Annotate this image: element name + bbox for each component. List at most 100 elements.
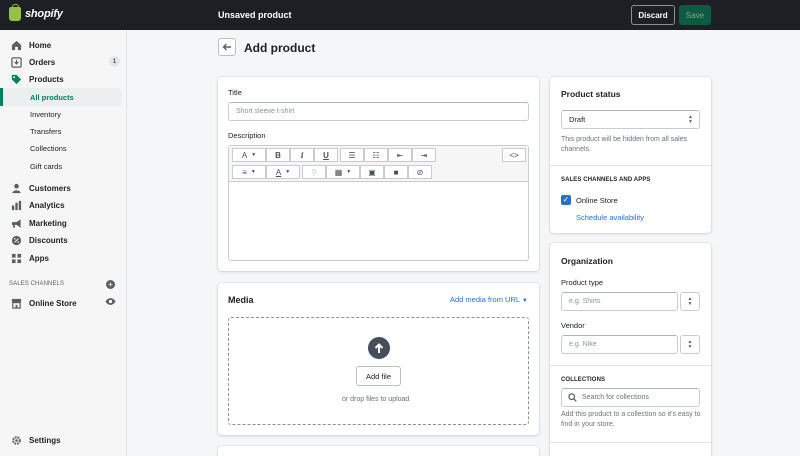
view-store-eye-icon[interactable]: [105, 297, 116, 306]
collections-search-input[interactable]: Search for collections: [561, 388, 700, 407]
sidebar-item-analytics[interactable]: Analytics: [10, 198, 65, 212]
online-store-checkbox[interactable]: ✓: [561, 195, 571, 205]
sidebar-item-customers[interactable]: Customers: [10, 181, 71, 195]
shopify-bag-icon: [9, 4, 21, 21]
indent-icon[interactable]: ⇥: [412, 148, 436, 162]
sidebar-item-label: Home: [29, 40, 52, 50]
underline-button[interactable]: U: [314, 148, 338, 162]
sidebar-item-apps[interactable]: Apps: [10, 251, 49, 265]
media-title: Media: [228, 295, 254, 305]
editor-toolbar: A ▼ B I U ☰ ☷ ⇤ ⇥ <> ≡ ▼ A ▼ ⚲ ▦ ▼ ▣ ■ ⊘: [229, 146, 528, 182]
logo-text: shopify: [25, 8, 63, 20]
sidebar-subitem-transfers[interactable]: Transfers: [30, 127, 61, 139]
title-label: Title: [228, 88, 242, 97]
sidebar-item-label: Apps: [29, 253, 49, 263]
text-color-dropdown[interactable]: A ▼: [266, 165, 300, 179]
save-button[interactable]: Save: [679, 5, 711, 25]
sidebar-item-label: Marketing: [29, 218, 67, 228]
status-select[interactable]: Draft ▲ ▼: [561, 110, 700, 129]
store-icon: [10, 297, 22, 309]
schedule-availability-link[interactable]: Schedule availability: [576, 213, 644, 222]
tag-icon: [10, 73, 22, 85]
table-dropdown[interactable]: ▦ ▼: [326, 165, 360, 179]
orders-count-badge: 1: [109, 56, 120, 67]
product-status-title: Product status: [561, 89, 621, 99]
customer-icon: [10, 182, 22, 194]
sidebar-subitem-gift-cards[interactable]: Gift cards: [30, 162, 62, 174]
bold-button[interactable]: B: [266, 148, 290, 162]
sidebar-item-products[interactable]: Products: [10, 72, 64, 86]
sidebar-subitem-collections[interactable]: Collections: [30, 144, 67, 156]
collections-help-text: Add this product to a collection so it's…: [561, 411, 701, 428]
sidebar-item-label: Analytics: [29, 200, 65, 210]
outdent-icon[interactable]: ⇤: [388, 148, 412, 162]
link-icon[interactable]: ⚲: [302, 165, 326, 179]
orders-icon: [10, 56, 22, 68]
numbered-list-icon[interactable]: ☷: [364, 148, 388, 162]
title-input[interactable]: Short sleeve t-shirt: [228, 102, 529, 121]
sidebar-item-label: Discounts: [29, 235, 68, 245]
drop-files-text: or drop files to upload: [342, 396, 410, 403]
vendor-stepper[interactable]: ▲ ▼: [680, 335, 700, 354]
unsaved-title: Unsaved product: [218, 10, 292, 20]
next-card: [218, 446, 539, 456]
add-channel-plus-icon[interactable]: +: [106, 280, 115, 289]
top-bar: shopify Unsaved product Discard Save: [0, 0, 800, 30]
vendor-input[interactable]: e.g. Nike: [561, 335, 678, 354]
search-icon: [568, 393, 577, 402]
html-view-button[interactable]: <>: [502, 148, 526, 162]
image-icon[interactable]: ▣: [360, 165, 384, 179]
sidebar-item-settings[interactable]: Settings: [10, 433, 61, 447]
discard-button[interactable]: Discard: [631, 5, 675, 25]
sidebar-item-label: Orders: [29, 57, 56, 67]
sales-channels-apps-heading: SALES CHANNELS AND APPS: [561, 177, 651, 183]
font-format-dropdown[interactable]: A ▼: [232, 148, 266, 162]
sidebar-item-marketing[interactable]: Marketing: [10, 216, 67, 230]
online-store-channel-label: Online Store: [576, 196, 618, 205]
collections-search-placeholder: Search for collections: [582, 394, 649, 401]
sidebar-item-home[interactable]: Home: [10, 38, 51, 52]
gear-icon: [10, 434, 22, 446]
page-title: Add product: [244, 41, 316, 55]
product-status-card: [550, 77, 711, 233]
organization-title: Organization: [561, 256, 613, 266]
sidebar-item-label: Customers: [29, 183, 71, 193]
upload-arrow-icon: [368, 337, 390, 359]
caret-down-icon: ▼: [521, 298, 528, 304]
sidebar-item-label: Online Store: [29, 298, 77, 308]
select-arrows-icon: ▲ ▼: [688, 114, 693, 125]
add-media-from-url-link[interactable]: Add media from URL ▼: [450, 295, 528, 304]
sidebar-item-orders[interactable]: Orders: [10, 55, 55, 69]
sales-channels-heading: SALES CHANNELS: [9, 281, 65, 287]
bullet-list-icon[interactable]: ☰: [340, 148, 364, 162]
home-icon: [10, 39, 22, 51]
sidebar-subitem-all-products[interactable]: All products: [30, 93, 74, 102]
product-type-input[interactable]: e.g. Shirts: [561, 292, 678, 311]
sidebar-item-discounts[interactable]: Discounts: [10, 233, 68, 247]
sidebar-item-label: Settings: [29, 435, 61, 445]
product-type-stepper[interactable]: ▲ ▼: [680, 292, 700, 311]
discount-icon: [10, 234, 22, 246]
align-dropdown[interactable]: ≡ ▼: [232, 165, 266, 179]
add-file-button[interactable]: Add file: [356, 366, 401, 386]
shopify-logo[interactable]: shopify: [9, 4, 63, 21]
collections-heading: COLLECTIONS: [561, 377, 606, 383]
clear-format-icon[interactable]: ⊘: [408, 165, 432, 179]
arrow-left-icon: [222, 43, 231, 51]
italic-button[interactable]: I: [290, 148, 314, 162]
status-selected-value: Draft: [569, 115, 586, 124]
divider: [550, 165, 711, 166]
sidebar-item-label: Products: [29, 74, 64, 84]
analytics-icon: [10, 199, 22, 211]
product-type-label: Product type: [561, 278, 604, 287]
divider: [550, 365, 711, 366]
marketing-icon: [10, 217, 22, 229]
back-button[interactable]: [218, 38, 236, 56]
status-help-text: This product will be hidden from all sal…: [561, 136, 688, 153]
divider: [550, 442, 711, 443]
video-icon[interactable]: ■: [384, 165, 408, 179]
vendor-label: Vendor: [561, 321, 585, 330]
sidebar-subitem-inventory[interactable]: Inventory: [30, 110, 61, 122]
sidebar-item-online-store[interactable]: Online Store: [10, 296, 77, 310]
apps-icon: [10, 252, 22, 264]
